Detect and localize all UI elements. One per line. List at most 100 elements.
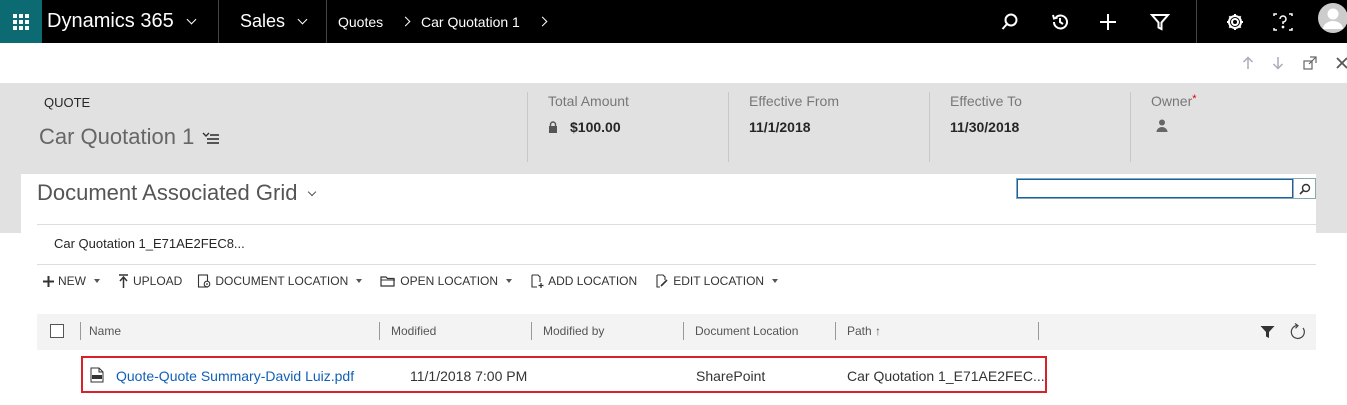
app-switcher[interactable]: Dynamics 365 [47, 0, 197, 43]
field-label: Owner* [1151, 93, 1330, 109]
area-switcher[interactable]: Sales [240, 0, 308, 43]
field-value: $100.00 [548, 119, 727, 135]
arrow-up-icon [1242, 56, 1254, 69]
edit-location-icon [655, 274, 669, 288]
modified-cell: 11/1/2018 7:00 PM [410, 368, 528, 384]
breadcrumb-quotes[interactable]: Quotes [338, 0, 383, 43]
command-label: EDIT LOCATION [673, 274, 765, 288]
document-location-icon [197, 274, 211, 288]
column-modified[interactable]: Modified [391, 324, 436, 338]
header-field-effective-to[interactable]: Effective To 11/30/2018 [929, 92, 1129, 162]
field-label: Effective From [749, 93, 839, 109]
popout-button[interactable] [1300, 53, 1320, 73]
column-path[interactable]: Path ↑ [847, 324, 881, 338]
command-label: NEW [58, 274, 86, 288]
document-name-link[interactable]: Quote-Quote Summary-David Luiz.pdf [116, 368, 354, 384]
filter-icon [1260, 326, 1275, 338]
nav-divider [1196, 0, 1197, 43]
path-cell: Car Quotation 1_E71AE2FEC... [847, 368, 1045, 384]
column-document-location[interactable]: Document Location [695, 324, 798, 338]
close-button[interactable] [1332, 53, 1347, 73]
open-location-button[interactable]: OPEN LOCATION [380, 274, 513, 288]
top-navigation-bar: Dynamics 365 Sales Quotes Car Quotation … [0, 0, 1347, 43]
chevron-down-icon [186, 14, 197, 25]
user-profile-button[interactable] [1317, 2, 1347, 40]
caret-down-icon [772, 279, 779, 283]
caret-down-icon [506, 279, 513, 283]
document-location-button[interactable]: DOCUMENT LOCATION [197, 274, 363, 288]
command-label: OPEN LOCATION [400, 274, 499, 288]
owner-label: Owner [1151, 93, 1193, 109]
lock-icon [549, 121, 557, 133]
grid-search [1016, 178, 1316, 199]
add-location-icon [530, 274, 544, 288]
quick-create-button[interactable] [1088, 0, 1128, 43]
breadcrumb-separator [396, 0, 411, 43]
upload-button[interactable]: UPLOAD [118, 274, 182, 288]
header-field-total-amount: Total Amount $100.00 [527, 92, 727, 162]
grid-refresh-button[interactable] [1289, 323, 1307, 346]
search-button[interactable] [990, 0, 1030, 43]
search-button[interactable] [1293, 179, 1315, 198]
filter-icon [1150, 13, 1170, 31]
command-label: UPLOAD [133, 274, 183, 288]
entity-type-label: QUOTE [44, 95, 91, 110]
menu-icon [202, 132, 220, 144]
previous-record-button[interactable] [1238, 53, 1258, 73]
column-separator[interactable] [379, 322, 380, 340]
column-separator[interactable] [1038, 322, 1039, 340]
plus-icon [43, 275, 54, 287]
edit-location-button[interactable]: EDIT LOCATION [655, 274, 779, 288]
column-separator [80, 322, 81, 340]
help-icon [1273, 12, 1293, 31]
field-label: Effective To [950, 93, 1022, 109]
select-all-checkbox[interactable] [50, 324, 64, 338]
chevron-right-icon [537, 16, 548, 27]
breadcrumb-record[interactable]: Car Quotation 1 [421, 0, 520, 43]
document-grid-panel: Document Associated Grid Car Quotation 1… [21, 174, 1316, 405]
breadcrumb-expand[interactable] [533, 0, 548, 43]
nav-divider [218, 0, 219, 43]
view-selector[interactable]: Document Associated Grid [37, 180, 317, 206]
chevron-down-icon [297, 14, 308, 25]
popout-icon [1303, 56, 1317, 70]
field-value: 11/1/2018 [749, 119, 811, 135]
settings-button[interactable] [1215, 0, 1255, 43]
search-input[interactable] [1017, 179, 1293, 198]
column-separator[interactable] [683, 322, 684, 340]
gear-icon [1227, 13, 1243, 30]
upload-icon [118, 274, 129, 288]
close-icon [1336, 57, 1347, 69]
command-label: ADD LOCATION [548, 274, 638, 288]
field-value: 11/30/2018 [950, 119, 1020, 135]
plus-icon [1100, 13, 1116, 30]
caret-down-icon [94, 279, 100, 283]
document-location-tab[interactable]: Car Quotation 1_E71AE2FEC8... [54, 236, 245, 251]
column-separator[interactable] [835, 322, 836, 340]
grid-title: Document Associated Grid [37, 180, 298, 205]
recent-records-button[interactable] [1040, 0, 1080, 43]
grid-filter-button[interactable] [1260, 325, 1275, 344]
new-button[interactable]: NEW [43, 274, 100, 288]
column-modified-by[interactable]: Modified by [543, 324, 604, 338]
advanced-find-button[interactable] [1140, 0, 1180, 43]
grid-column-header: Name Modified Modified by Document Locat… [37, 314, 1316, 350]
arrow-down-icon [1272, 57, 1284, 70]
column-name[interactable]: Name [89, 324, 121, 338]
record-title: Car Quotation 1 [39, 124, 220, 150]
record-menu-button[interactable] [202, 130, 220, 144]
required-indicator: * [1192, 93, 1197, 105]
app-launcher-button[interactable] [0, 0, 42, 43]
table-row[interactable]: Quote-Quote Summary-David Luiz.pdf 11/1/… [81, 356, 1047, 393]
next-record-button[interactable] [1268, 53, 1288, 73]
column-separator[interactable] [531, 322, 532, 340]
header-field-owner[interactable]: Owner* [1130, 92, 1330, 162]
help-button[interactable] [1263, 0, 1303, 43]
document-location-cell: SharePoint [696, 368, 766, 384]
search-icon [1298, 183, 1310, 195]
header-field-effective-from[interactable]: Effective From 11/1/2018 [728, 92, 928, 162]
record-name: Car Quotation 1 [39, 124, 195, 149]
chevron-right-icon [400, 16, 411, 27]
add-location-button[interactable]: ADD LOCATION [530, 274, 637, 288]
field-value [1151, 119, 1330, 132]
